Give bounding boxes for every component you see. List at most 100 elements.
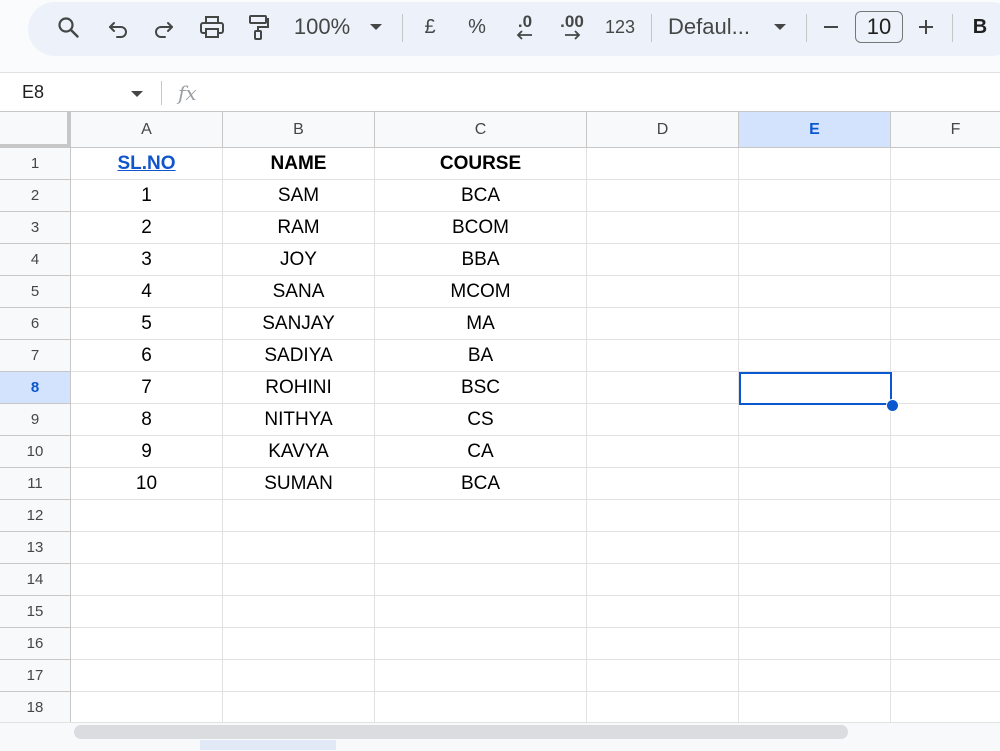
sheet-tab[interactable]: [200, 740, 336, 750]
row-header-6[interactable]: 6: [0, 308, 71, 340]
cell-a7[interactable]: 6: [71, 340, 223, 372]
column-header-d[interactable]: D: [587, 112, 739, 148]
increase-decimal-button[interactable]: .00: [554, 0, 590, 54]
cell-d12[interactable]: [587, 500, 739, 532]
cell-d14[interactable]: [587, 564, 739, 596]
cell-b11[interactable]: SUMAN: [223, 468, 375, 500]
redo-icon[interactable]: [148, 0, 180, 54]
cell-f18[interactable]: [891, 692, 1000, 722]
cell-e7[interactable]: [739, 340, 891, 372]
cell-c5[interactable]: MCOM: [375, 276, 587, 308]
zoom-select[interactable]: 100%: [290, 0, 354, 54]
row-header-14[interactable]: 14: [0, 564, 71, 596]
cell-f1[interactable]: [891, 148, 1000, 180]
cell-a6[interactable]: 5: [71, 308, 223, 340]
cell-e17[interactable]: [739, 660, 891, 692]
cell-f13[interactable]: [891, 532, 1000, 564]
cell-b2[interactable]: SAM: [223, 180, 375, 212]
cell-b17[interactable]: [223, 660, 375, 692]
cell-c13[interactable]: [375, 532, 587, 564]
cell-a4[interactable]: 3: [71, 244, 223, 276]
row-header-9[interactable]: 9: [0, 404, 71, 436]
cell-c15[interactable]: [375, 596, 587, 628]
row-header-15[interactable]: 15: [0, 596, 71, 628]
cell-d5[interactable]: [587, 276, 739, 308]
cell-f12[interactable]: [891, 500, 1000, 532]
cell-e11[interactable]: [739, 468, 891, 500]
cell-d4[interactable]: [587, 244, 739, 276]
cell-a3[interactable]: 2: [71, 212, 223, 244]
cell-d1[interactable]: [587, 148, 739, 180]
row-header-16[interactable]: 16: [0, 628, 71, 660]
cell-c18[interactable]: [375, 692, 587, 722]
cell-a10[interactable]: 9: [71, 436, 223, 468]
cell-c1[interactable]: COURSE: [375, 148, 587, 180]
cell-a16[interactable]: [71, 628, 223, 660]
cell-b4[interactable]: JOY: [223, 244, 375, 276]
cell-e6[interactable]: [739, 308, 891, 340]
cell-b12[interactable]: [223, 500, 375, 532]
percent-button[interactable]: %: [463, 0, 491, 54]
search-icon[interactable]: [52, 0, 84, 54]
row-header-18[interactable]: 18: [0, 692, 71, 722]
font-size-input[interactable]: 10: [855, 11, 903, 43]
cell-d13[interactable]: [587, 532, 739, 564]
cell-a11[interactable]: 10: [71, 468, 223, 500]
name-box[interactable]: E8: [22, 73, 44, 113]
cell-b16[interactable]: [223, 628, 375, 660]
cell-d3[interactable]: [587, 212, 739, 244]
cell-d8[interactable]: [587, 372, 739, 404]
cell-f3[interactable]: [891, 212, 1000, 244]
cell-e14[interactable]: [739, 564, 891, 596]
cell-c3[interactable]: BCOM: [375, 212, 587, 244]
cell-a5[interactable]: 4: [71, 276, 223, 308]
cell-d17[interactable]: [587, 660, 739, 692]
cell-c14[interactable]: [375, 564, 587, 596]
cell-d11[interactable]: [587, 468, 739, 500]
row-header-3[interactable]: 3: [0, 212, 71, 244]
cell-e4[interactable]: [739, 244, 891, 276]
cell-f15[interactable]: [891, 596, 1000, 628]
cell-b9[interactable]: NITHYA: [223, 404, 375, 436]
cell-f7[interactable]: [891, 340, 1000, 372]
cell-f17[interactable]: [891, 660, 1000, 692]
cell-e16[interactable]: [739, 628, 891, 660]
cell-f2[interactable]: [891, 180, 1000, 212]
row-header-8[interactable]: 8: [0, 372, 71, 404]
cell-d6[interactable]: [587, 308, 739, 340]
cell-b18[interactable]: [223, 692, 375, 722]
number-format-button[interactable]: 123: [602, 0, 638, 54]
cell-d16[interactable]: [587, 628, 739, 660]
column-header-a[interactable]: A: [71, 112, 223, 148]
cell-a8[interactable]: 7: [71, 372, 223, 404]
cell-f16[interactable]: [891, 628, 1000, 660]
paint-format-icon[interactable]: [242, 0, 274, 54]
formula-input[interactable]: [215, 73, 985, 113]
row-header-1[interactable]: 1: [0, 148, 71, 180]
row-header-13[interactable]: 13: [0, 532, 71, 564]
cell-e2[interactable]: [739, 180, 891, 212]
cell-e1[interactable]: [739, 148, 891, 180]
cell-b3[interactable]: RAM: [223, 212, 375, 244]
cell-a9[interactable]: 8: [71, 404, 223, 436]
row-header-2[interactable]: 2: [0, 180, 71, 212]
cell-c12[interactable]: [375, 500, 587, 532]
column-header-c[interactable]: C: [375, 112, 587, 148]
cell-a15[interactable]: [71, 596, 223, 628]
cell-c8[interactable]: BSC: [375, 372, 587, 404]
cell-e9[interactable]: [739, 404, 891, 436]
fill-handle[interactable]: [886, 399, 899, 412]
decrease-decimal-button[interactable]: .0: [508, 0, 542, 54]
cell-d18[interactable]: [587, 692, 739, 722]
cell-a17[interactable]: [71, 660, 223, 692]
cell-b10[interactable]: KAVYA: [223, 436, 375, 468]
cell-d2[interactable]: [587, 180, 739, 212]
column-header-f[interactable]: F: [891, 112, 1000, 148]
cell-d10[interactable]: [587, 436, 739, 468]
column-header-e[interactable]: E: [739, 112, 891, 148]
cell-b7[interactable]: SADIYA: [223, 340, 375, 372]
row-header-5[interactable]: 5: [0, 276, 71, 308]
font-select[interactable]: Defaul...: [668, 0, 760, 54]
cell-b15[interactable]: [223, 596, 375, 628]
chevron-down-icon[interactable]: [130, 85, 144, 103]
